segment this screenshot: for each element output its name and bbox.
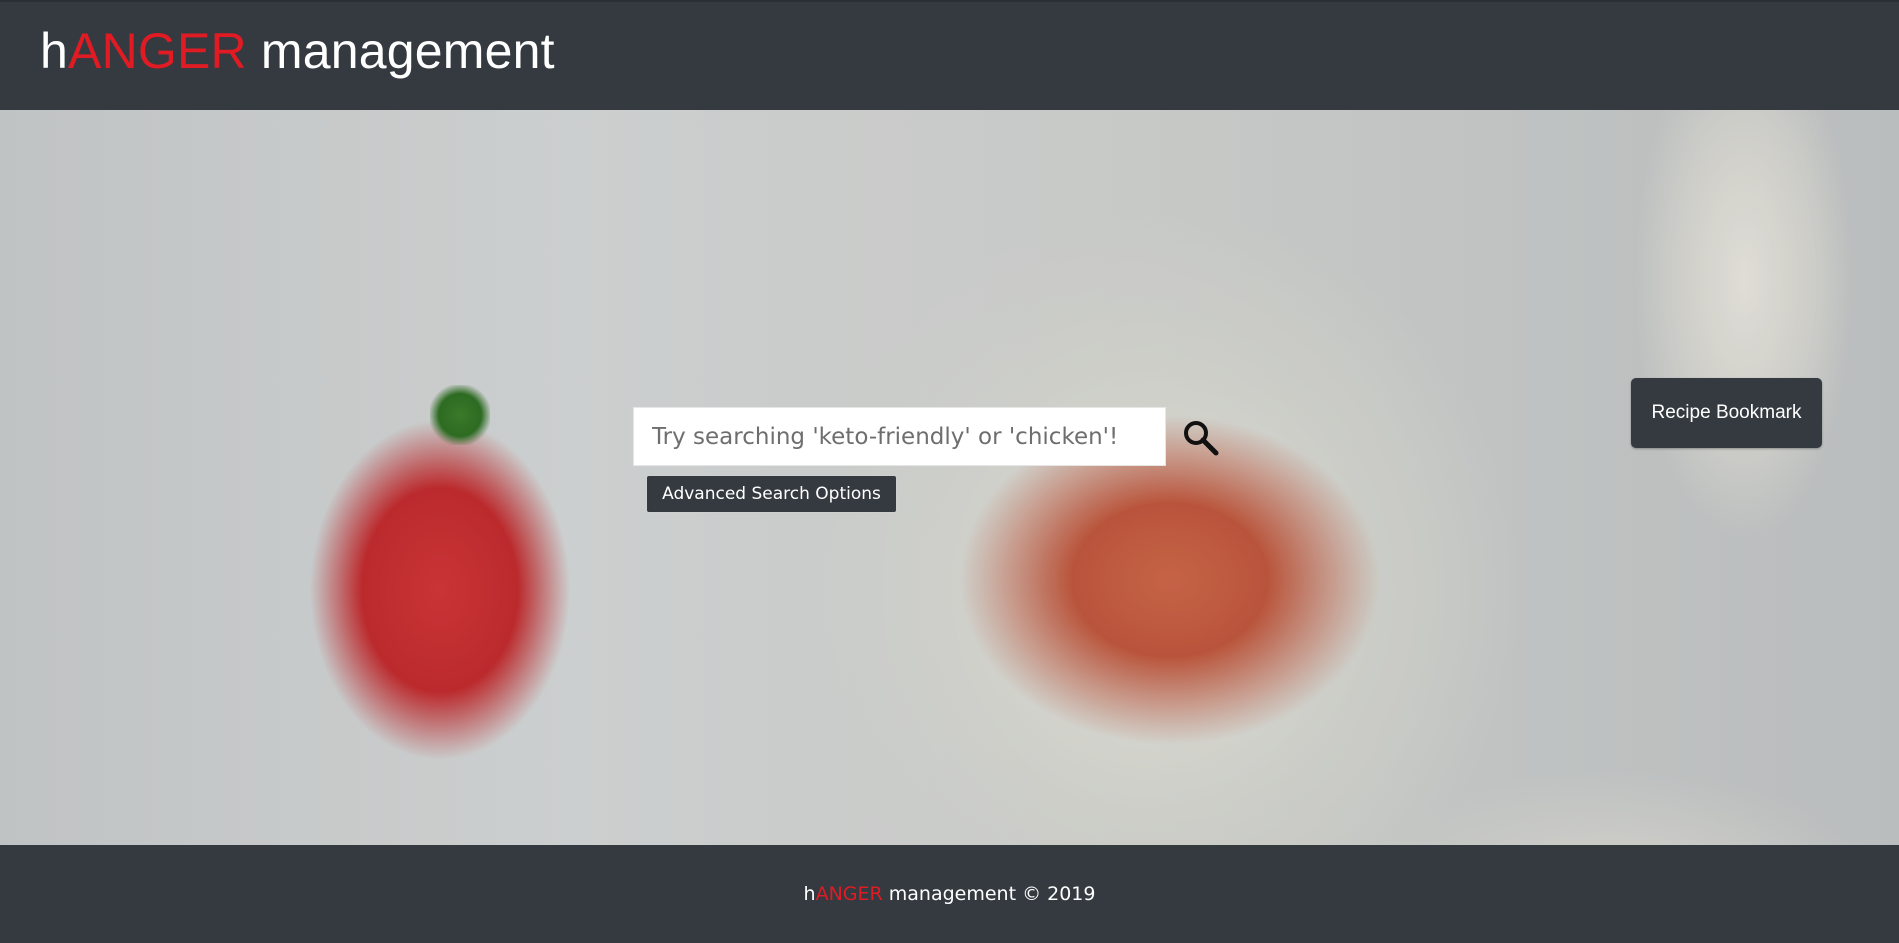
footer-rest: management © 2019 xyxy=(882,883,1096,905)
brand-suffix: management xyxy=(246,23,555,79)
strawberry-leaf xyxy=(430,385,490,445)
footer-copyright: hANGER management © 2019 xyxy=(804,883,1096,905)
footer: hANGER management © 2019 xyxy=(0,845,1899,943)
brand-accent: ANGER xyxy=(68,23,247,79)
footer-brand-accent: ANGER xyxy=(815,883,883,905)
hero-background-image xyxy=(0,110,1899,845)
brand-prefix: h xyxy=(40,23,69,79)
footer-brand-prefix: h xyxy=(803,883,816,905)
top-navbar: hANGER management xyxy=(0,0,1899,110)
search-input[interactable] xyxy=(633,407,1166,466)
advanced-search-button[interactable]: Advanced Search Options xyxy=(646,475,897,513)
search-bar xyxy=(633,407,1166,466)
recipe-bookmark-button[interactable]: Recipe Bookmark xyxy=(1631,378,1822,448)
search-icon[interactable] xyxy=(1181,418,1221,458)
brand-logo[interactable]: hANGER management xyxy=(40,26,555,76)
